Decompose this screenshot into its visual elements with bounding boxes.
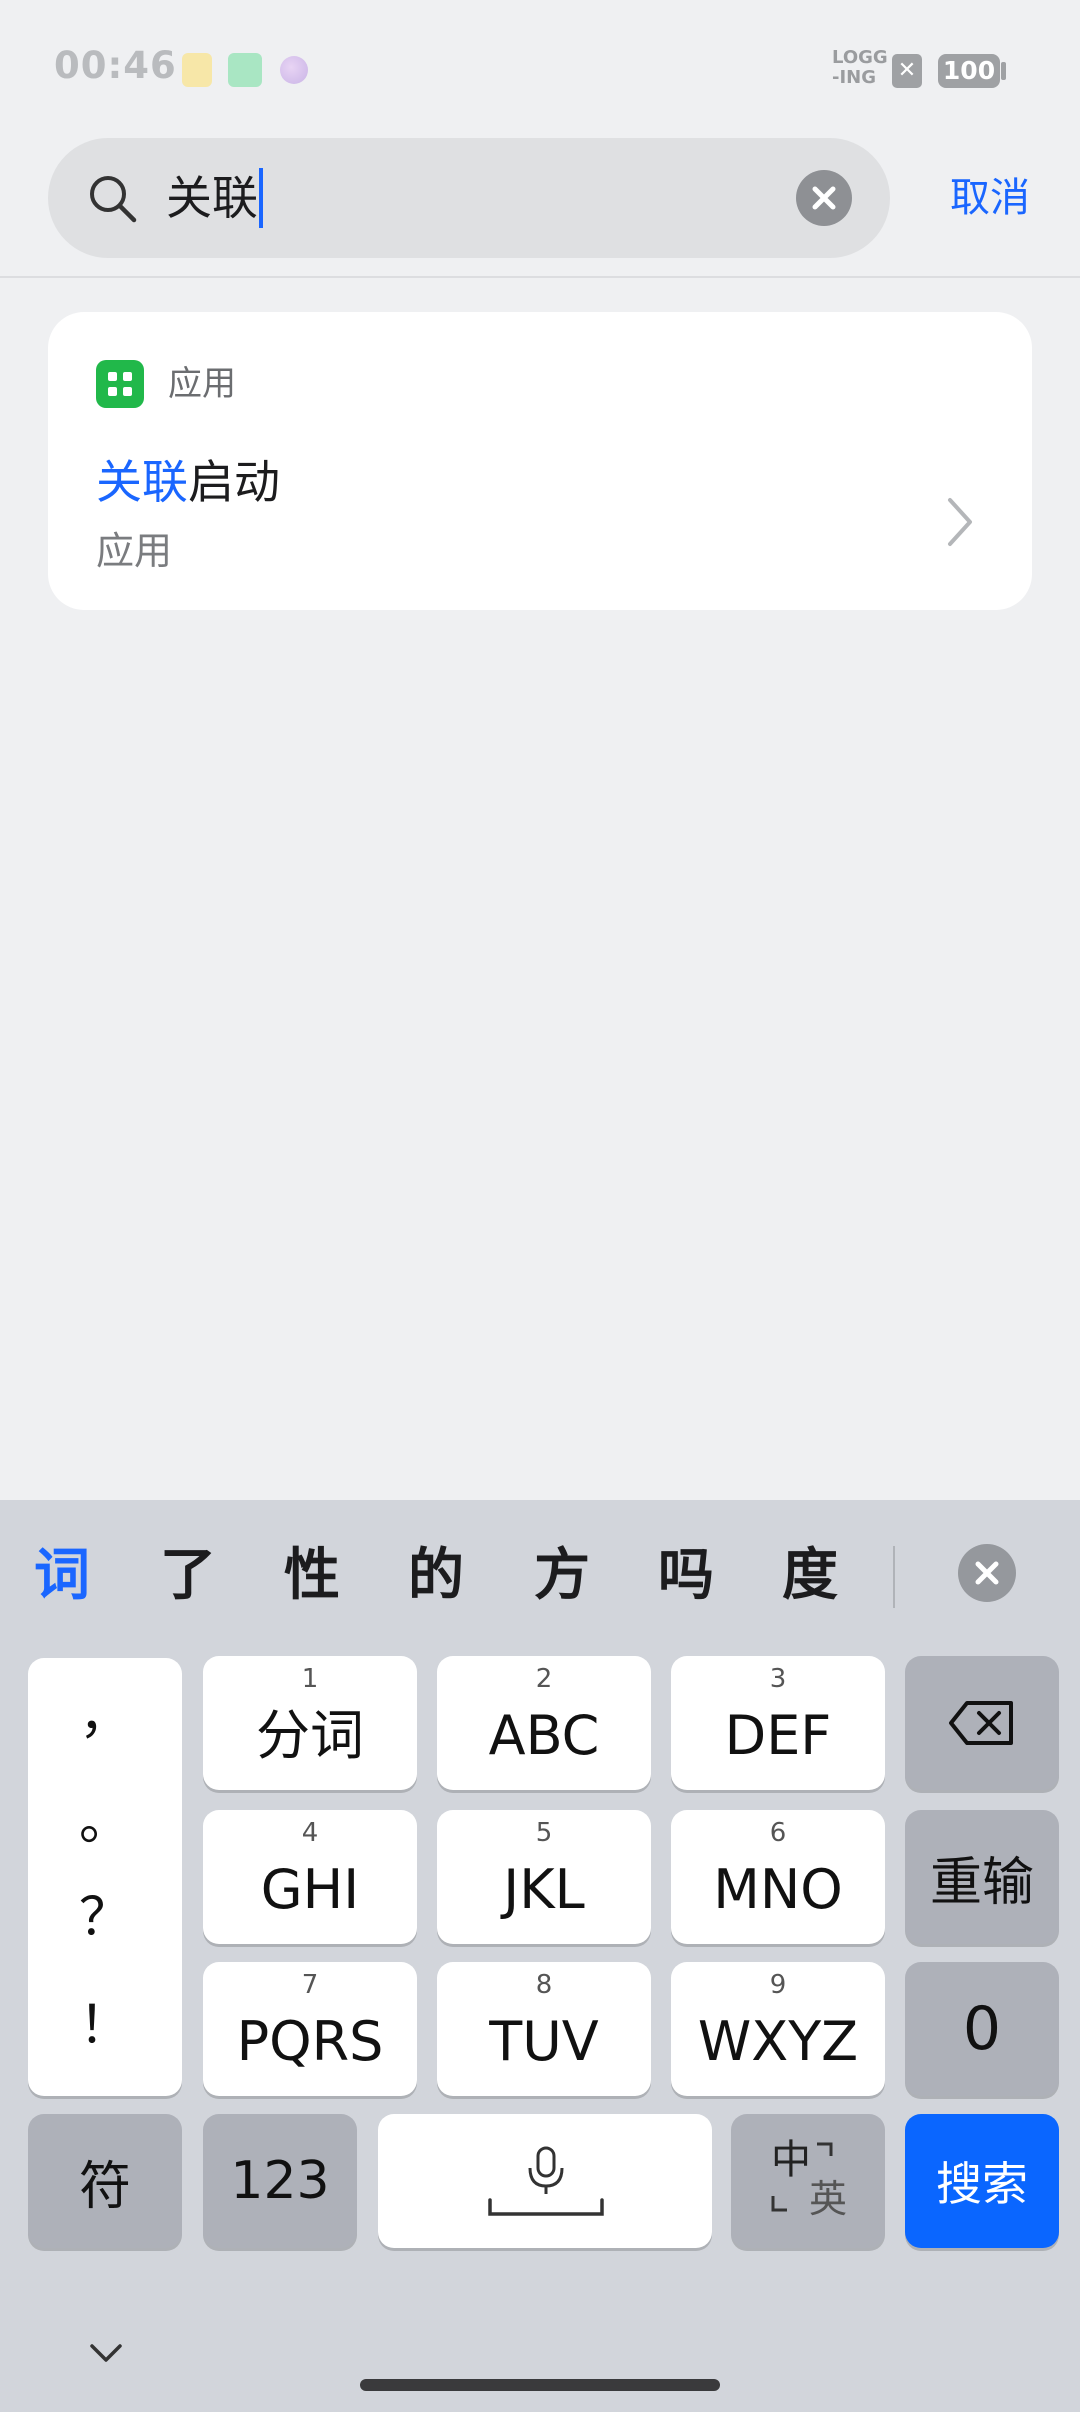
key-label: GHI xyxy=(260,1858,360,1921)
sim-x-icon: ✕ xyxy=(892,54,922,88)
key-4[interactable]: 4 GHI xyxy=(203,1810,417,1944)
search-query[interactable]: 关联 xyxy=(166,168,263,228)
candidate-word[interactable]: 吗 xyxy=(658,1544,714,1608)
candidate-word[interactable]: 性 xyxy=(284,1544,340,1608)
language-switch-key[interactable]: 中 英 xyxy=(731,2114,885,2248)
battery-tip-icon xyxy=(1001,62,1006,80)
result-subtitle: 应用 xyxy=(96,529,173,573)
close-candidates-button[interactable] xyxy=(958,1544,1016,1602)
divider xyxy=(0,276,1080,278)
text-cursor xyxy=(259,168,263,228)
cancel-button[interactable]: 取消 xyxy=(950,172,1030,224)
key-8[interactable]: 8 TUV xyxy=(437,1962,651,2096)
key-number: 6 xyxy=(769,1818,787,1848)
highlighted-match: 关联 xyxy=(96,455,188,509)
key-1[interactable]: 1 分词 xyxy=(203,1656,417,1790)
result-title[interactable]: 关联启动 xyxy=(96,452,280,512)
close-icon xyxy=(812,186,836,210)
punct-exclaim[interactable]: ！ xyxy=(28,1996,182,2056)
key-number: 7 xyxy=(301,1970,319,2000)
status-bar: 00:46 LOGG -ING ✕ 100 xyxy=(0,0,1080,130)
candidate-word[interactable]: 词 xyxy=(34,1544,90,1608)
chevron-right-icon[interactable] xyxy=(940,492,980,552)
reenter-label: 重输 xyxy=(929,1852,1034,1913)
key-9[interactable]: 9 WXYZ xyxy=(671,1962,885,2096)
candidate-word[interactable]: 方 xyxy=(534,1544,590,1608)
clear-search-button[interactable] xyxy=(796,170,852,226)
search-input[interactable]: 关联 xyxy=(48,138,890,258)
clock: 00:46 xyxy=(54,44,177,87)
key-number: 9 xyxy=(769,1970,787,2000)
key-number: 8 xyxy=(535,1970,553,2000)
search-button[interactable]: 搜索 xyxy=(905,2114,1059,2248)
home-indicator[interactable] xyxy=(360,2379,720,2391)
key-label: 0 xyxy=(962,1994,1002,2064)
key-number: 5 xyxy=(535,1818,553,1848)
punct-period[interactable]: 。 xyxy=(28,1792,182,1852)
key-3[interactable]: 3 DEF xyxy=(671,1656,885,1790)
punct-question[interactable]: ？ xyxy=(28,1888,182,1948)
key-number: 2 xyxy=(535,1664,553,1694)
candidate-word[interactable]: 了 xyxy=(160,1544,216,1608)
space-key[interactable] xyxy=(378,2114,712,2248)
title-rest: 启动 xyxy=(188,455,280,509)
key-0[interactable]: 0 xyxy=(905,1962,1059,2096)
keyboard: 词 了 性 的 方 吗 度 ， 。 ？ ！ 1 分词 2 ABC 3 DEF 4… xyxy=(0,1500,1080,2412)
key-number: 1 xyxy=(301,1664,319,1694)
key-6[interactable]: 6 MNO xyxy=(671,1810,885,1944)
key-number: 3 xyxy=(769,1664,787,1694)
key-label: TUV xyxy=(489,2010,599,2073)
key-7[interactable]: 7 PQRS xyxy=(203,1962,417,2096)
assistant-notification-icon xyxy=(280,56,308,84)
candidate-word[interactable]: 的 xyxy=(408,1544,464,1608)
apps-grid-icon xyxy=(96,360,144,408)
key-label: DEF xyxy=(724,1704,832,1767)
result-card: 应用 关联启动 应用 xyxy=(48,312,1032,610)
punct-comma[interactable]: ， xyxy=(28,1686,182,1746)
chevron-down-icon[interactable] xyxy=(86,2342,126,2366)
key-label: 符 xyxy=(78,2156,131,2217)
message-notification-icon xyxy=(182,53,212,87)
key-label: 123 xyxy=(230,2151,330,2211)
key-label: ABC xyxy=(488,1704,600,1767)
candidate-divider xyxy=(893,1546,895,1608)
key-label: 搜索 xyxy=(936,2157,1028,2211)
key-number: 4 xyxy=(301,1818,319,1848)
punctuation-key[interactable]: ， 。 ？ ！ xyxy=(28,1658,182,2096)
logging-indicator: LOGG -ING xyxy=(832,47,888,88)
numeric-key[interactable]: 123 xyxy=(203,2114,357,2248)
battery-level: 100 xyxy=(938,54,1000,88)
key-label: WXYZ xyxy=(697,2010,859,2073)
microphone-icon xyxy=(488,2146,604,2216)
section-title: 应用 xyxy=(168,364,236,404)
candidate-word[interactable]: 度 xyxy=(782,1544,838,1608)
key-label: JKL xyxy=(503,1858,585,1921)
symbol-key[interactable]: 符 xyxy=(28,2114,182,2248)
candidate-bar: 词 了 性 的 方 吗 度 xyxy=(0,1500,1080,1650)
key-5[interactable]: 5 JKL xyxy=(437,1810,651,1944)
key-label: MNO xyxy=(713,1858,843,1921)
reenter-button[interactable]: 重输 xyxy=(905,1810,1059,1944)
key-label: PQRS xyxy=(236,2010,384,2073)
backspace-button[interactable] xyxy=(905,1656,1059,1790)
battery-notification-icon xyxy=(228,53,262,87)
close-icon xyxy=(975,1561,999,1585)
switch-bracket-icon xyxy=(771,2142,833,2212)
backspace-icon xyxy=(949,1701,1013,1745)
key-label: 分词 xyxy=(256,1704,364,1767)
key-2[interactable]: 2 ABC xyxy=(437,1656,651,1790)
search-icon xyxy=(90,176,137,223)
